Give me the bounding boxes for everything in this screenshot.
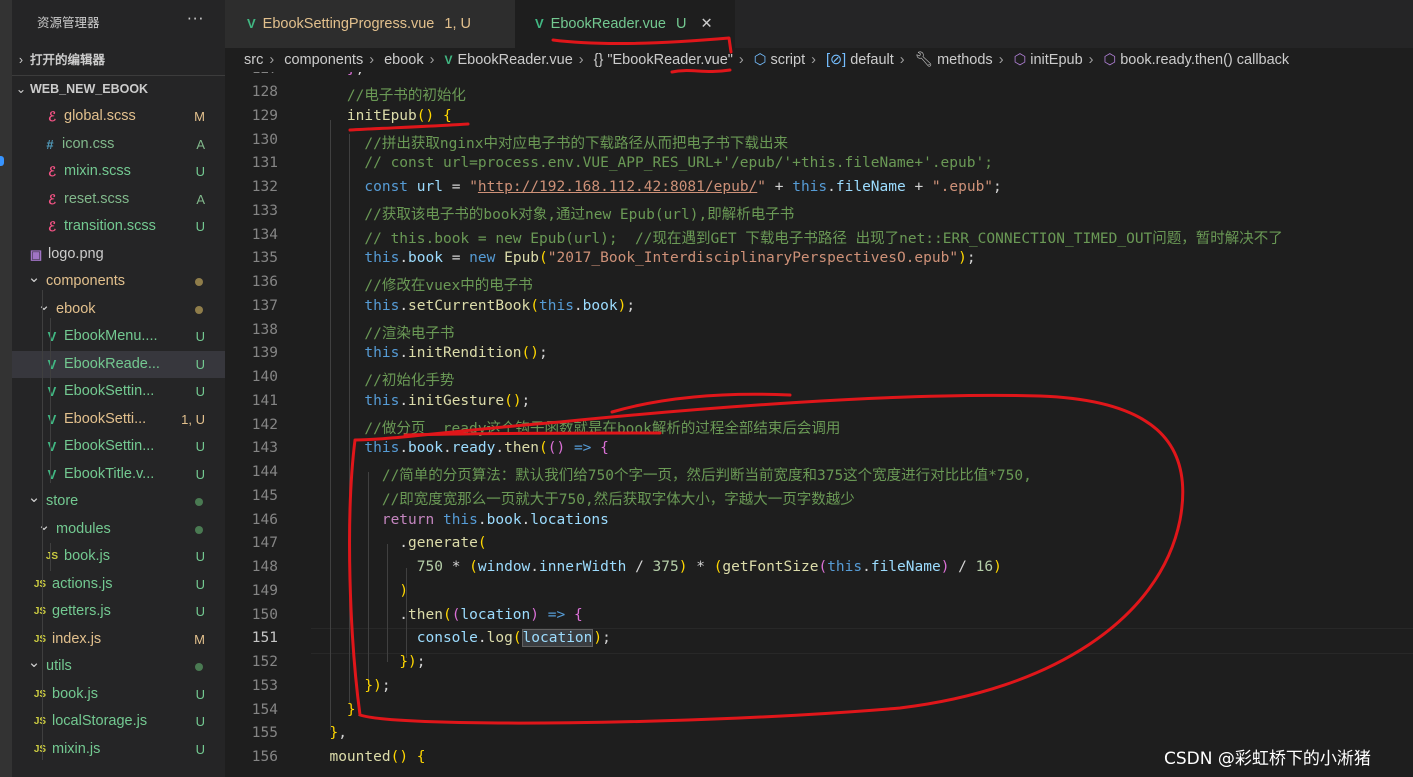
annotation-circle [348, 393, 1185, 725]
annotation-underline-tab [551, 36, 733, 54]
annotation-underline-crumb [670, 68, 732, 74]
annotation-overlay [348, 36, 1185, 725]
annotation-underline-initepub [348, 122, 470, 132]
